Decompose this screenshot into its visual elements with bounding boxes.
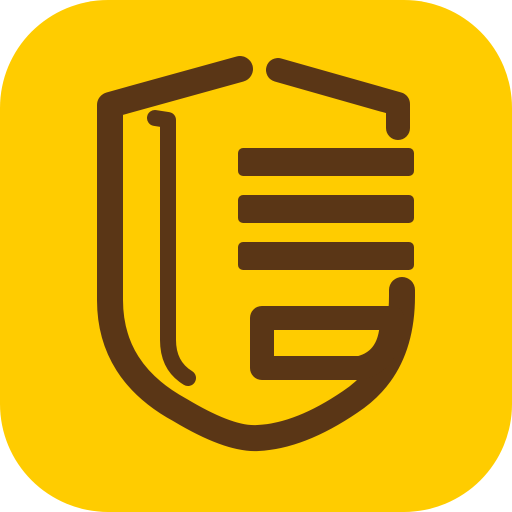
bar-1 — [238, 148, 414, 176]
app-icon[interactable] — [0, 0, 512, 512]
shield-logo-icon — [0, 0, 512, 512]
bar-2 — [238, 195, 414, 223]
bar-3 — [238, 242, 414, 270]
